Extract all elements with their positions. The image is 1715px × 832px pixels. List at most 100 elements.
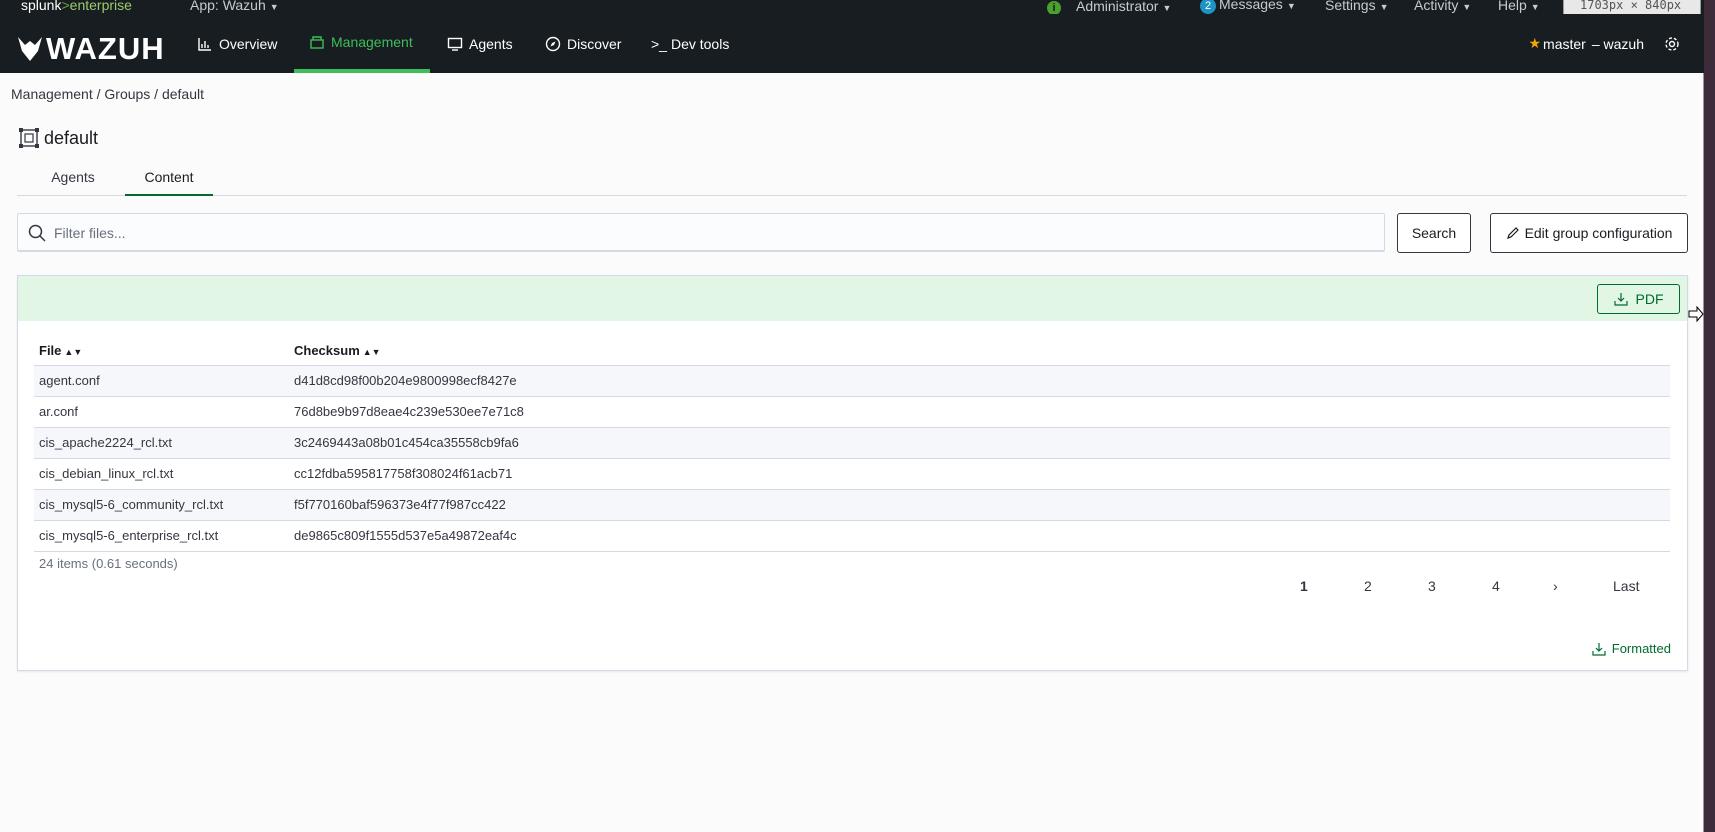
column-header-file-label: File — [39, 343, 62, 359]
nav-dev-tools-label: Dev tools — [670, 35, 730, 52]
messages-count-badge: 2 — [1200, 0, 1216, 14]
settings-label: Settings — [1325, 0, 1376, 13]
table-row[interactable]: cis_mysql5-6_community_rcl.txt f5f770160b… — [34, 489, 1670, 521]
pdf-export-button[interactable]: PDF — [1597, 284, 1680, 314]
dimension-overlay: 1703px × 840px — [1563, 0, 1701, 14]
column-header-checksum-label: Checksum — [294, 343, 360, 359]
checksum-cell: d41d8cd98f00b204e9800998ecf8427e — [294, 365, 1670, 397]
chevron-down-icon: ▼ — [1462, 2, 1472, 12]
cursor-icon — [1688, 306, 1704, 322]
nav-agents-label: Agents — [469, 35, 513, 52]
page-title: default — [18, 127, 98, 149]
background-window-text — [1704, 0, 1715, 150]
activity-label: Activity — [1414, 0, 1459, 13]
search-icon — [28, 224, 46, 242]
wolf-icon — [18, 37, 42, 61]
table-header-row: File ▲▼ Checksum ▲▼ — [34, 337, 1670, 366]
column-header-file[interactable]: File ▲▼ — [34, 337, 294, 366]
app-menu[interactable]: App: Wazuh ▼ — [190, 0, 279, 13]
splunk-logo[interactable]: splunk>enterprise — [21, 0, 132, 13]
files-panel: PDF File ▲▼ Checksum ▲▼ agent.conf d41d8cd9… — [17, 275, 1688, 671]
activity-menu[interactable]: Activity ▼ — [1414, 0, 1471, 13]
settings-menu[interactable]: Settings ▼ — [1325, 0, 1389, 13]
files-table: File ▲▼ Checksum ▲▼ agent.conf d41d8cd98f00… — [34, 337, 1670, 552]
sort-icon: ▲▼ — [362, 347, 381, 358]
app-menu-label: App: Wazuh — [190, 0, 266, 13]
help-menu[interactable]: Help ▼ — [1498, 0, 1540, 13]
checksum-cell: de9865c809f1555d537e5a49872eaf4c — [294, 520, 1670, 552]
splunk-bar: splunk>enterprise App: Wazuh ▼ i Administr… — [0, 0, 1704, 14]
page-1-button[interactable]: 1 — [1300, 578, 1308, 594]
pdf-button-label: PDF — [1635, 291, 1664, 307]
chevron-down-icon: ▼ — [269, 2, 279, 12]
group-icon — [19, 128, 39, 148]
chevron-down-icon: ▼ — [1286, 1, 1296, 11]
download-icon — [1613, 293, 1628, 306]
table-row[interactable]: agent.conf d41d8cd98f00b204e9800998ecf842… — [34, 365, 1670, 397]
table-row[interactable]: ar.conf 76d8be9b97d8eae4c239e530ee7e71c8 — [34, 396, 1670, 428]
page-4-button[interactable]: 4 — [1492, 578, 1500, 594]
page-title-text: default — [44, 127, 99, 148]
table-row[interactable]: cis_mysql5-6_enterprise_rcl.txt de9865c80… — [34, 520, 1670, 552]
nav-discover-label: Discover — [567, 35, 622, 52]
wazuh-nav: WAZUH Overview Management Agents Discove… — [0, 14, 1704, 73]
next-page-button[interactable]: › — [1553, 578, 1558, 594]
tabs: Agents Content — [17, 159, 1687, 196]
column-header-checksum[interactable]: Checksum ▲▼ — [294, 337, 1670, 366]
info-icon: i — [1047, 1, 1061, 14]
messages-menu[interactable]: 2 Messages ▼ — [1200, 0, 1296, 14]
search-button[interactable]: Search — [1397, 213, 1471, 253]
star-icon: ★ — [1528, 35, 1542, 51]
gear-icon[interactable] — [1664, 36, 1680, 52]
tab-content[interactable]: Content — [125, 159, 213, 196]
nav-agents[interactable]: Agents — [447, 14, 513, 73]
file-cell: ar.conf — [34, 396, 294, 428]
search-input[interactable] — [54, 224, 1354, 241]
chevron-down-icon: ▼ — [1379, 2, 1389, 12]
checksum-cell: 76d8be9b97d8eae4c239e530ee7e71c8 — [294, 396, 1670, 428]
chevron-down-icon: ▼ — [1530, 2, 1540, 12]
tab-agents[interactable]: Agents — [17, 159, 129, 196]
breadcrumb[interactable]: Management / Groups / default — [11, 86, 204, 102]
nav-overview-label: Overview — [219, 35, 278, 52]
chevron-down-icon: ▼ — [1162, 3, 1172, 13]
file-cell: cis_mysql5-6_community_rcl.txt — [34, 489, 294, 521]
nav-management[interactable]: Management — [294, 14, 430, 73]
nav-discover[interactable]: Discover — [545, 14, 621, 73]
file-cell: agent.conf — [34, 365, 294, 397]
page: splunk>enterprise App: Wazuh ▼ i Administr… — [0, 0, 1704, 832]
last-page-button[interactable]: Last — [1613, 578, 1639, 594]
page-3-button[interactable]: 3 — [1428, 578, 1436, 594]
nav-management-label: Management — [331, 33, 413, 50]
nav-dev-tools[interactable]: >_ Dev tools — [651, 14, 729, 73]
wazuh-logo[interactable]: WAZUH — [16, 31, 165, 67]
messages-label: Messages — [1219, 0, 1283, 12]
checksum-cell: 3c2469443a08b01c454ca35558cb9fa6 — [294, 427, 1670, 459]
edit-button-label: Edit group configuration — [1524, 225, 1673, 241]
console-icon: >_ — [651, 35, 667, 52]
management-icon — [310, 35, 324, 49]
api-selector[interactable]: ★ master – wazuh — [1528, 14, 1644, 73]
search-field[interactable] — [17, 213, 1385, 252]
brand-text: WAZUH — [46, 31, 165, 66]
page-2-button[interactable]: 2 — [1364, 578, 1372, 594]
edit-group-configuration-button[interactable]: Edit group configuration — [1490, 213, 1688, 253]
api-label: master — [1543, 35, 1586, 52]
background-window-strip — [1704, 0, 1715, 832]
formatted-export-link[interactable]: Formatted — [1592, 641, 1671, 656]
file-cell: cis_debian_linux_rcl.txt — [34, 458, 294, 490]
table-row[interactable]: cis_debian_linux_rcl.txt cc12fdba59581775… — [34, 458, 1670, 490]
panel-toolbar: PDF — [18, 276, 1687, 321]
help-label: Help — [1498, 0, 1527, 13]
nav-overview[interactable]: Overview — [197, 14, 277, 73]
file-cell: cis_apache2224_rcl.txt — [34, 427, 294, 459]
table-row[interactable]: cis_apache2224_rcl.txt 3c2469443a08b01c45… — [34, 427, 1670, 459]
download-icon — [1592, 642, 1606, 656]
formatted-label: Formatted — [1611, 641, 1671, 656]
pencil-icon — [1506, 227, 1519, 239]
user-menu[interactable]: i Administrator ▼ — [1047, 0, 1171, 14]
checksum-cell: cc12fdba595817758f308024f61acb71 — [294, 458, 1670, 490]
api-cluster-label: – wazuh — [1591, 35, 1644, 52]
items-count: 24 items (0.61 seconds) — [39, 556, 178, 571]
compass-icon — [545, 36, 561, 51]
